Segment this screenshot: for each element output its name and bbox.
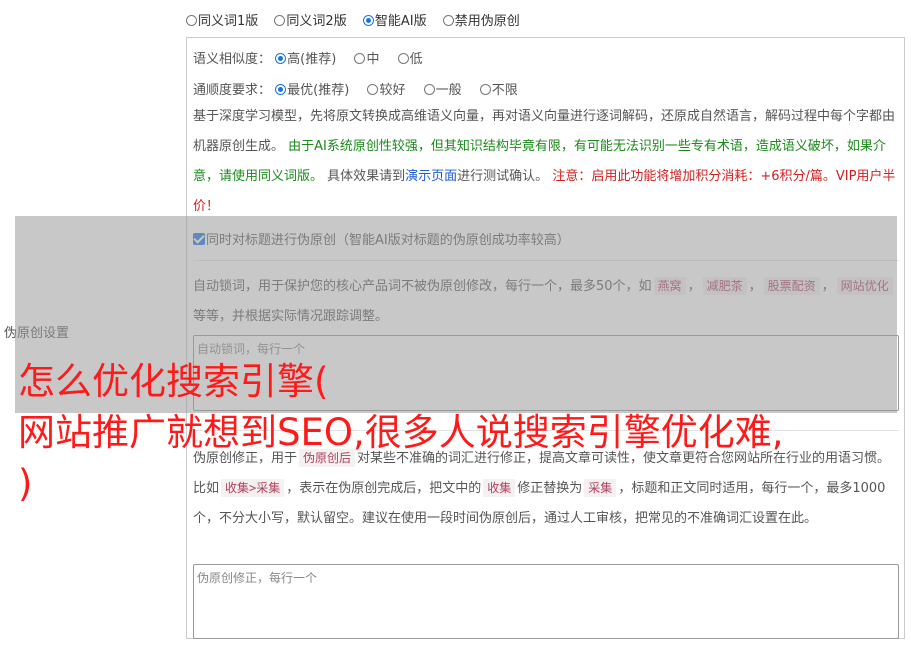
lock-words-textarea[interactable]: 自动锁词，每行一个 [193,335,899,411]
radio-icon[interactable] [442,15,454,26]
radio-icon[interactable] [397,53,409,64]
version-option-disable[interactable]: 禁用伪原创 [442,14,520,29]
fluency-label: 通顺度要求： [193,83,272,98]
radio-icon[interactable] [186,15,197,26]
radio-icon[interactable] [423,84,435,95]
similarity-label: 语义相似度： [193,52,272,67]
demo-page-link[interactable]: 演示页面 [405,169,457,184]
radio-checked-icon[interactable] [362,15,374,26]
example-tag: 伪原创后 [299,449,356,467]
example-tag: 股票配资 [763,277,820,295]
radio-icon[interactable] [354,53,366,64]
checkbox-checked-icon[interactable] [193,233,205,245]
example-tag: 采集 [584,479,617,497]
version-radio-group: 同义词1版 同义词2版 智能AI版 禁用伪原创 [186,10,532,29]
similarity-row: 语义相似度： 高(推荐) 中 低 [193,48,437,67]
fluency-option-normal[interactable]: 一般 [423,83,462,98]
radio-icon[interactable] [479,84,491,95]
fluency-option-good[interactable]: 较好 [367,83,405,98]
similarity-option-low[interactable]: 低 [397,52,423,67]
radio-checked-icon[interactable] [275,84,287,95]
fluency-option-best[interactable]: 最优(推荐) [275,83,349,98]
correction-description: 伪原创修正，用于 伪原创后 对某些不准确的词汇进行修正，提高文章可读性，使文章更符合… [193,449,891,526]
title-checkbox-row[interactable]: 同时对标题进行伪原创（智能AI版对标题的伪原创成功率较高） [193,229,570,248]
example-tag: 收集 [483,479,516,497]
fluency-option-unlimited[interactable]: 不限 [479,83,518,98]
example-tag: 燕窝 [653,277,686,295]
example-tag: 网站优化 [836,277,893,295]
version-option-ai[interactable]: 智能AI版 [362,14,427,29]
similarity-option-high[interactable]: 高(推荐) [275,52,336,67]
fluency-row: 通顺度要求： 最优(推荐) 较好 一般 不限 [193,79,532,98]
divider [193,260,899,261]
radio-checked-icon[interactable] [275,53,287,64]
similarity-option-medium[interactable]: 中 [354,52,379,67]
settings-section-label: 伪原创设置 [4,326,70,341]
radio-icon[interactable] [367,84,379,95]
version-option-synonym2[interactable]: 同义词2版 [274,14,347,29]
radio-icon[interactable] [274,15,286,26]
example-tag: 减肥茶 [702,277,747,295]
ai-settings-panel: 语义相似度： 高(推荐) 中 低 通顺度要求： 最优(推荐) 较好 一般 不限 … [186,37,905,639]
ai-description: 基于深度学习模型，先将原文转换成高维语义向量，再对语义向量进行逐词解码，还原成自… [193,109,896,214]
divider [193,430,899,431]
example-tag: 收集>采集 [221,479,285,497]
version-option-synonym1[interactable]: 同义词1版 [186,14,258,29]
correction-textarea[interactable]: 伪原创修正，每行一个 [193,564,899,639]
lock-words-description: 自动锁词，用于保护您的核心产品词不被伪原创修改，每行一个，最多50个，如 燕窝，减… [193,272,901,332]
